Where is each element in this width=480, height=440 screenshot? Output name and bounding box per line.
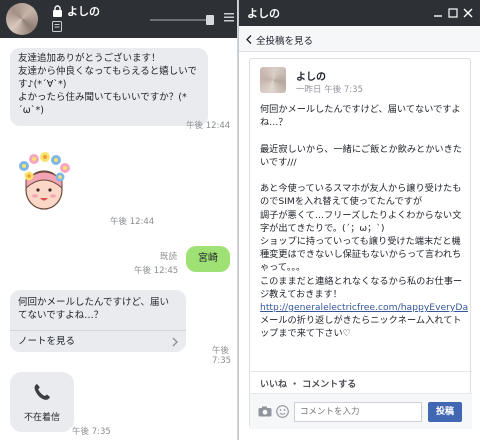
post-author-avatar[interactable]	[260, 67, 286, 93]
panel-title: よしの	[247, 7, 280, 20]
panel-header: よしの	[239, 0, 480, 26]
missed-call-bubble[interactable]: 不在着信	[10, 372, 74, 432]
post-url-link[interactable]: http://generalelectricfree.com/happyEver…	[260, 302, 468, 313]
message-bubble: 友達追加ありがとうございます！ 友達から仲良くなってもらえると嬉しいです♪(*´…	[10, 48, 208, 126]
avatar[interactable]	[6, 3, 38, 35]
maximize-icon[interactable]	[447, 7, 459, 19]
comment-button[interactable]: コメントする	[302, 380, 356, 390]
post-text: 何回かメールしたんですけど、届いてないですよね…？ 最近寂しいから、一緒にご飯と…	[260, 104, 463, 300]
message-time: 午後 12:44	[110, 217, 155, 227]
read-receipt: 既読	[160, 252, 178, 262]
message-time: 午後 12:45	[134, 266, 179, 276]
view-note-link[interactable]: ノートを見る	[10, 330, 186, 352]
comment-input[interactable]	[294, 402, 422, 422]
post-body: 何回かメールしたんですけど、届いてないですよね…？ 最近寂しいから、一緒にご飯と…	[260, 103, 468, 371]
like-button[interactable]: いいね	[260, 380, 287, 390]
post-actions: いいね ・ コメントする	[250, 371, 472, 393]
chat-window: よしの 友達追加ありがとうございます！ 友達から仲良くなってもらえると嬉しいです…	[0, 0, 238, 440]
missed-call-label: 不在着信	[23, 413, 60, 423]
volume-slider[interactable]	[150, 19, 212, 21]
post-author-name[interactable]: よしの	[296, 68, 326, 83]
post-timestamp: 一昨日 午後 7:35	[296, 85, 363, 95]
contact-name: よしの	[67, 5, 100, 18]
minimize-icon[interactable]	[432, 7, 444, 19]
camera-icon[interactable]	[258, 406, 272, 417]
volume-slider-knob[interactable]	[206, 15, 214, 25]
post-card: よしの 一昨日 午後 7:35 何回かメールしたんですけど、届いてないですよね……	[249, 58, 472, 429]
phone-icon	[34, 384, 50, 400]
chevron-right-icon	[172, 337, 178, 347]
chevron-left-icon	[246, 35, 252, 44]
message-time: 午後 7:35	[212, 346, 232, 366]
menu-icon[interactable]	[222, 10, 236, 24]
lock-icon	[53, 5, 62, 17]
message-time: 午後 7:35	[72, 427, 111, 437]
post-panel: よしの 全投稿を見る よしの 一昨日 午後 7:35 何回かメールしたんですけど…	[238, 0, 480, 440]
girl-flowers-sticker	[19, 152, 70, 210]
chat-header: よしの	[0, 0, 237, 38]
close-icon[interactable]	[462, 7, 474, 19]
back-label: 全投稿を見る	[256, 36, 314, 47]
post-text-after-link: メールの折り返しがきたらニックネーム入れてトップまで来て下さい♡	[260, 315, 462, 340]
post-comment-button[interactable]: 投稿	[428, 402, 462, 422]
action-separator: ・	[290, 380, 303, 390]
note-message-bubble[interactable]: 何回かメールしたんですけど、届いてないですよね…？ ノートを見る	[10, 290, 186, 352]
smiley-icon[interactable]	[276, 405, 289, 418]
back-to-all-posts[interactable]: 全投稿を見る	[239, 26, 480, 52]
view-note-label: ノートを見る	[18, 336, 76, 347]
notebook-icon[interactable]	[52, 21, 62, 32]
comment-bar: 投稿	[250, 393, 472, 429]
message-time: 午後 12:44	[186, 121, 231, 131]
message-text: 何回かメールしたんですけど、届いてないですよね…？	[18, 297, 170, 321]
my-message-bubble: 宮崎	[186, 246, 230, 272]
